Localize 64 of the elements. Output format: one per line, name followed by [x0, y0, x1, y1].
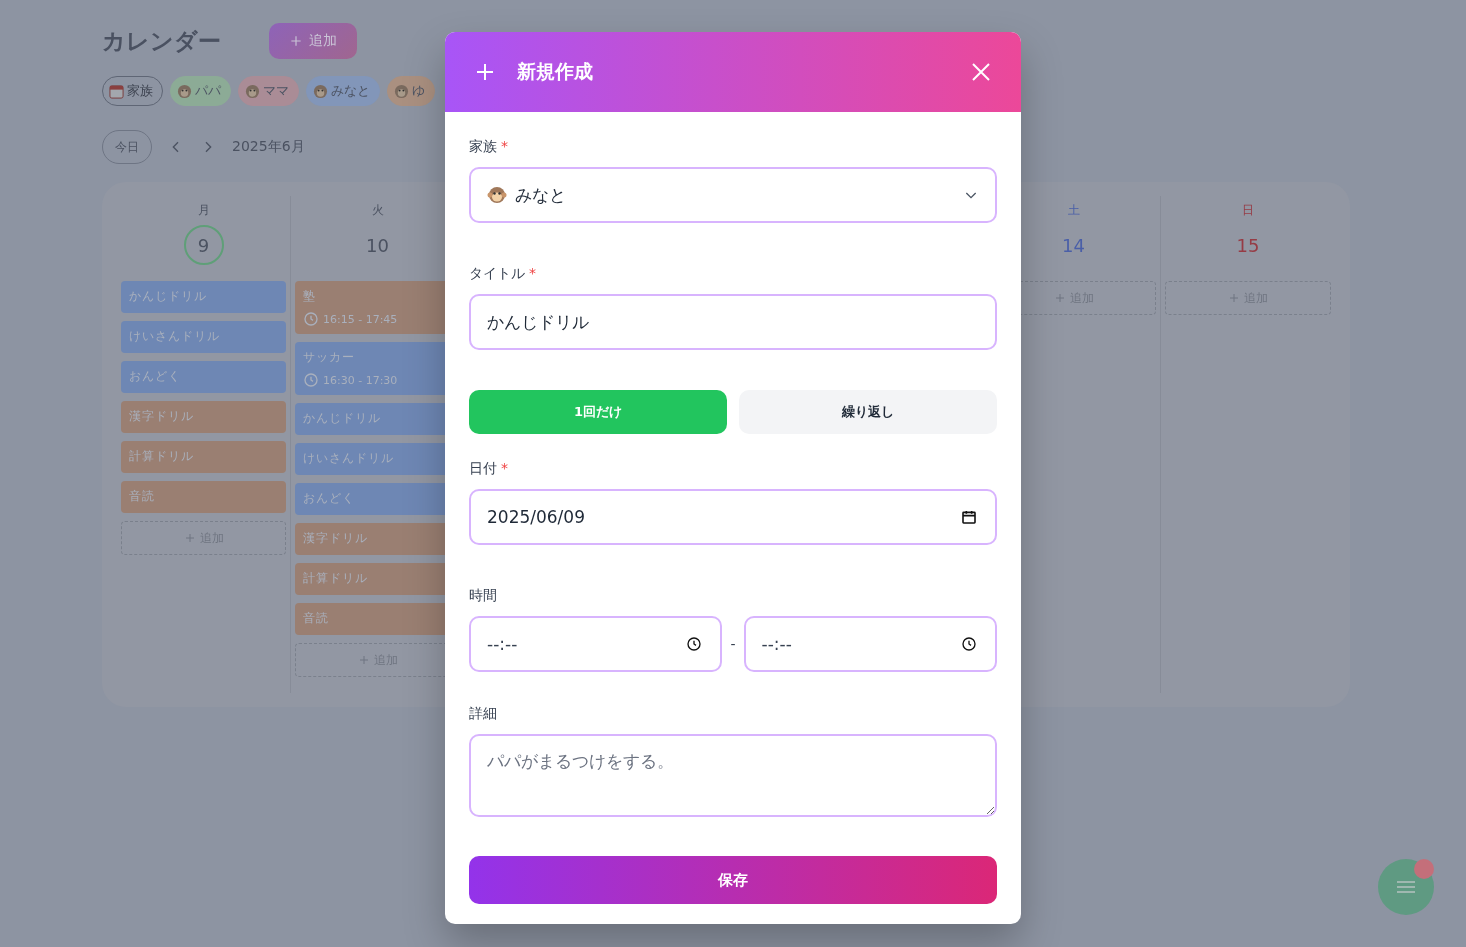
mode-toggle[interactable]: 繰り返し — [739, 390, 997, 434]
mode-toggle[interactable]: 1回だけ — [469, 390, 727, 434]
calendar-icon — [961, 509, 977, 525]
day-number: 15 — [1235, 233, 1261, 258]
month-label: 2025年6月 — [232, 138, 305, 156]
save-button[interactable]: 保存 — [469, 856, 997, 904]
filter-chip[interactable]: みなと — [306, 76, 380, 106]
event-title: 漢字ドリル — [303, 530, 369, 547]
plus-icon — [289, 34, 303, 48]
animal-face-icon — [177, 83, 192, 99]
event-card[interactable]: 音読 — [121, 481, 286, 513]
event-title: 塾 — [303, 288, 317, 305]
day-number: 10 — [365, 233, 390, 258]
plus-icon — [1053, 292, 1066, 304]
clock-icon — [961, 636, 977, 652]
required-mark: * — [501, 460, 508, 478]
weekday-label: 火 — [370, 202, 385, 219]
menu-icon — [1396, 880, 1416, 894]
event-card[interactable]: 計算ドリル — [121, 441, 286, 473]
start-time-input[interactable]: --:-- — [469, 616, 723, 672]
date-input[interactable]: 2025/06/09 — [469, 489, 997, 545]
filter-chip[interactable]: パパ — [170, 76, 231, 106]
plus-icon — [183, 532, 196, 544]
detail-textarea[interactable]: パパがまるつけをする。 — [469, 734, 997, 817]
animal-face-icon — [313, 83, 328, 99]
event-title: 計算ドリル — [129, 448, 195, 465]
plus-icon — [357, 654, 370, 666]
weekday-label: 土 — [1066, 202, 1081, 219]
event-title: 音読 — [129, 488, 156, 505]
filter-chip[interactable]: ママ — [238, 76, 299, 106]
clock-icon — [686, 636, 703, 652]
animal-face-icon — [394, 83, 409, 99]
menu-button[interactable] — [1378, 859, 1434, 915]
field-label: タイトル — [469, 265, 525, 283]
weekday-label: 日 — [1241, 202, 1255, 219]
field-label: 詳細 — [469, 705, 497, 723]
alarm-clock-icon — [303, 372, 319, 388]
page-title: カレンダー — [102, 26, 221, 56]
select-value: みなと — [515, 183, 566, 207]
day-number: 9 — [183, 225, 224, 265]
time-separator: - — [730, 636, 736, 652]
title-input[interactable]: かんじドリル — [469, 294, 997, 350]
add-button[interactable]: 追加 — [269, 23, 357, 59]
plus-icon — [1228, 292, 1240, 304]
event-title: 音読 — [303, 610, 330, 627]
alarm-clock-icon — [303, 311, 319, 327]
event-title: 漢字ドリル — [129, 408, 195, 425]
notification-badge — [1414, 859, 1434, 879]
family-select[interactable]: みなと — [469, 167, 997, 223]
event-card[interactable]: 漢字ドリル — [121, 401, 286, 433]
day-number: 14 — [1061, 233, 1086, 258]
required-mark: * — [501, 138, 508, 156]
calendar-icon — [109, 83, 124, 99]
event-title: 計算ドリル — [303, 570, 369, 587]
animal-face-icon — [245, 83, 260, 99]
field-label: 家族 — [469, 138, 497, 156]
field-label: 時間 — [469, 587, 497, 605]
end-time-input[interactable]: --:-- — [743, 616, 997, 672]
monkey-face-icon — [487, 185, 507, 205]
filter-chip[interactable]: ゆ — [387, 76, 435, 106]
required-mark: * — [529, 265, 536, 283]
field-label: 日付 — [469, 460, 497, 478]
dialog-title: 新規作成 — [517, 59, 594, 84]
weekday-label: 月 — [196, 202, 211, 219]
